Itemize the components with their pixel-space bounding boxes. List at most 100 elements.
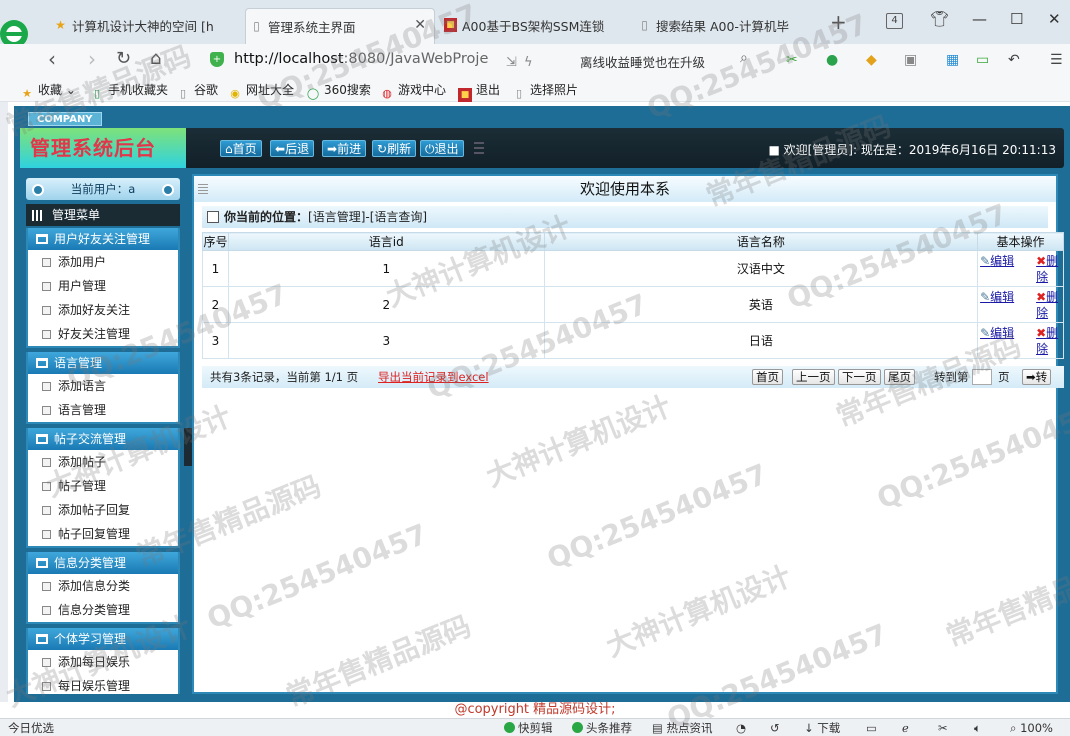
status-today-picks[interactable]: 今日优选	[8, 719, 54, 736]
group-header[interactable]: 用户好友关注管理	[28, 228, 178, 250]
cell-name: 英语	[543, 286, 979, 323]
refresh-button[interactable]: ↻刷新	[372, 140, 417, 157]
bookmarks-bar: ★ 收藏 ⌄ ▯ 手机收藏夹 ▯ 谷歌 ◉ 网址大全 ◯ 360搜索 ◍ 游戏中心 ■ 退出 …	[0, 76, 1070, 102]
ie-icon[interactable]: ℯ	[902, 719, 909, 736]
last-page-button[interactable]: 尾页	[884, 369, 915, 385]
layout-icon[interactable]: ▭	[866, 719, 877, 736]
menu-item-add-post[interactable]: 添加帖子	[28, 450, 178, 474]
url-text: http://localhost:8080/JavaWebProje	[234, 51, 489, 67]
jump-page-input[interactable]	[972, 369, 992, 385]
menu-item-entertainment-manage[interactable]: 每日娱乐管理	[28, 674, 178, 694]
bookmark-games[interactable]: ◍ 游戏中心	[380, 81, 446, 101]
tab-personal-space[interactable]: ★ 计算机设计大神的空间 [h	[50, 8, 240, 44]
news-ticker[interactable]: 离线收益睡觉也在升级	[580, 52, 705, 71]
menu-group-categories: 信息分类管理 添加信息分类 信息分类管理	[26, 552, 180, 624]
group-header[interactable]: 信息分类管理	[28, 552, 178, 574]
shirt-icon[interactable]: 👕︎	[930, 10, 949, 28]
breadcrumb-label: 你当前的位置：	[224, 210, 309, 224]
home-icon: ⌂	[225, 142, 233, 156]
refresh-small-icon[interactable]: ↺	[770, 719, 780, 736]
group-header[interactable]: 帖子交流管理	[28, 428, 178, 450]
minimize-icon[interactable]: —	[972, 10, 987, 28]
bookmark-google[interactable]: ▯ 谷歌	[176, 81, 218, 101]
go-button[interactable]: ➡转	[1022, 369, 1052, 385]
logout-button[interactable]: ⏻退出	[420, 140, 464, 157]
status-headlines[interactable]: 头条推荐	[572, 719, 632, 736]
bookmark-mobile[interactable]: ▯ 手机收藏夹	[90, 81, 168, 101]
ring-icon	[162, 184, 174, 196]
menu-item-add-category[interactable]: 添加信息分类	[28, 574, 178, 598]
menu-item-add-entertainment[interactable]: 添加每日娱乐	[28, 650, 178, 674]
coin-icon[interactable]: ◆	[866, 51, 877, 69]
scissor-small-icon[interactable]: ✂	[938, 719, 948, 736]
speed-icon[interactable]: ◔	[736, 719, 746, 736]
zoom-level[interactable]: ⌕ 100%	[1010, 719, 1053, 736]
delete-link[interactable]: ✖删除	[1036, 289, 1063, 321]
tab-a00-ssm[interactable]: ■ A00基于BS架构SSM连锁	[440, 8, 620, 44]
translate-icon[interactable]: ⇲	[506, 55, 517, 70]
delete-link[interactable]: ✖删除	[1036, 325, 1063, 357]
group-header[interactable]: 语言管理	[28, 352, 178, 374]
menu-item-user-manage[interactable]: 用户管理	[28, 274, 178, 298]
reload-icon[interactable]: ↻	[116, 48, 131, 70]
menu-icon[interactable]: ☰	[1050, 51, 1063, 69]
bookmark-photos[interactable]: ▯ 选择照片	[512, 81, 578, 101]
home-icon[interactable]: ⌂	[150, 48, 161, 70]
export-excel-link[interactable]: 导出当前记录到excel	[378, 366, 489, 388]
edit-link[interactable]: ✎编辑	[980, 253, 1014, 269]
delete-link[interactable]: ✖删除	[1036, 253, 1063, 285]
translate-ext-icon[interactable]: ●	[826, 51, 838, 69]
bookmark-360[interactable]: ◯ 360搜索	[306, 81, 371, 101]
menu-item-add-language[interactable]: 添加语言	[28, 374, 178, 398]
status-download[interactable]: ↓ 下载	[804, 719, 840, 736]
new-tab-icon[interactable]: +	[830, 12, 847, 32]
menu-item-language-manage[interactable]: 语言管理	[28, 398, 178, 422]
menu-item-reply-manage[interactable]: 帖子回复管理	[28, 522, 178, 546]
bookmark-favorites[interactable]: ★ 收藏 ⌄	[20, 81, 76, 101]
window-close-icon[interactable]: ✕	[1048, 10, 1061, 28]
bookmark-sites[interactable]: ◉ 网址大全	[228, 81, 294, 101]
back-button[interactable]: ⬅后退	[270, 140, 315, 157]
edit-link[interactable]: ✎编辑	[980, 325, 1014, 341]
home-button[interactable]: ⌂首页	[220, 140, 262, 157]
table-row: 1 1 汉语中文 ✎编辑 ✖删除	[202, 250, 1064, 287]
menu-item-post-manage[interactable]: 帖子管理	[28, 474, 178, 498]
menu-item-add-user[interactable]: 添加用户	[28, 250, 178, 274]
search-icon[interactable]: ⌕	[740, 50, 748, 66]
close-icon[interactable]: ✕	[414, 17, 426, 33]
first-page-button[interactable]: 首页	[752, 369, 783, 385]
status-quick-clip[interactable]: 快剪辑	[504, 719, 553, 736]
doc-icon	[42, 582, 51, 591]
volume-icon[interactable]: 🔈︎	[974, 719, 981, 736]
apps-icon[interactable]: ▦	[946, 51, 959, 69]
next-page-button[interactable]: 下一页	[838, 369, 881, 385]
menu-item-add-reply[interactable]: 添加帖子回复	[28, 498, 178, 522]
image-icon[interactable]: ▣	[904, 51, 917, 69]
menu-item-add-follow[interactable]: 添加好友关注	[28, 298, 178, 322]
forward-button[interactable]: ➡前进	[322, 140, 367, 157]
group-header[interactable]: 个体学习管理	[28, 628, 178, 650]
folder-icon	[36, 634, 48, 644]
tab-management-main[interactable]: ▯ 管理系统主界面 ✕	[245, 8, 435, 44]
tab-count-badge[interactable]: 4	[886, 13, 903, 29]
menu-item-follow-manage[interactable]: 好友关注管理	[28, 322, 178, 346]
prev-page-button[interactable]: 上一页	[792, 369, 835, 385]
menu-item-category-manage[interactable]: 信息分类管理	[28, 598, 178, 622]
doc-icon	[42, 258, 51, 267]
tab-search-results[interactable]: ▯ 搜索结果 A00-计算机毕	[634, 8, 814, 44]
battery-icon[interactable]: ▭	[976, 51, 989, 69]
undo-icon[interactable]: ↶	[1008, 51, 1020, 69]
browser-logo-icon[interactable]	[0, 8, 40, 48]
status-hot-news[interactable]: ▤ 热点资讯	[652, 719, 713, 736]
back-icon[interactable]: ‹	[48, 48, 56, 70]
edit-link[interactable]: ✎编辑	[980, 289, 1014, 305]
bookmark-exit[interactable]: ■ 退出	[458, 81, 500, 102]
copyright-text: @copyright 精品源码设计;	[0, 702, 1070, 718]
lightning-icon[interactable]: ϟ	[524, 55, 533, 70]
maximize-icon[interactable]: ☐	[1010, 10, 1023, 28]
url-input[interactable]: + http://localhost:8080/JavaWebProje ⇲ ϟ	[200, 48, 566, 72]
red-favicon-icon: ■	[458, 88, 472, 102]
forward-icon[interactable]: ›	[88, 48, 96, 70]
scissors-icon[interactable]: ✂	[786, 51, 798, 69]
sidebar-collapse-handle[interactable]	[184, 428, 192, 466]
